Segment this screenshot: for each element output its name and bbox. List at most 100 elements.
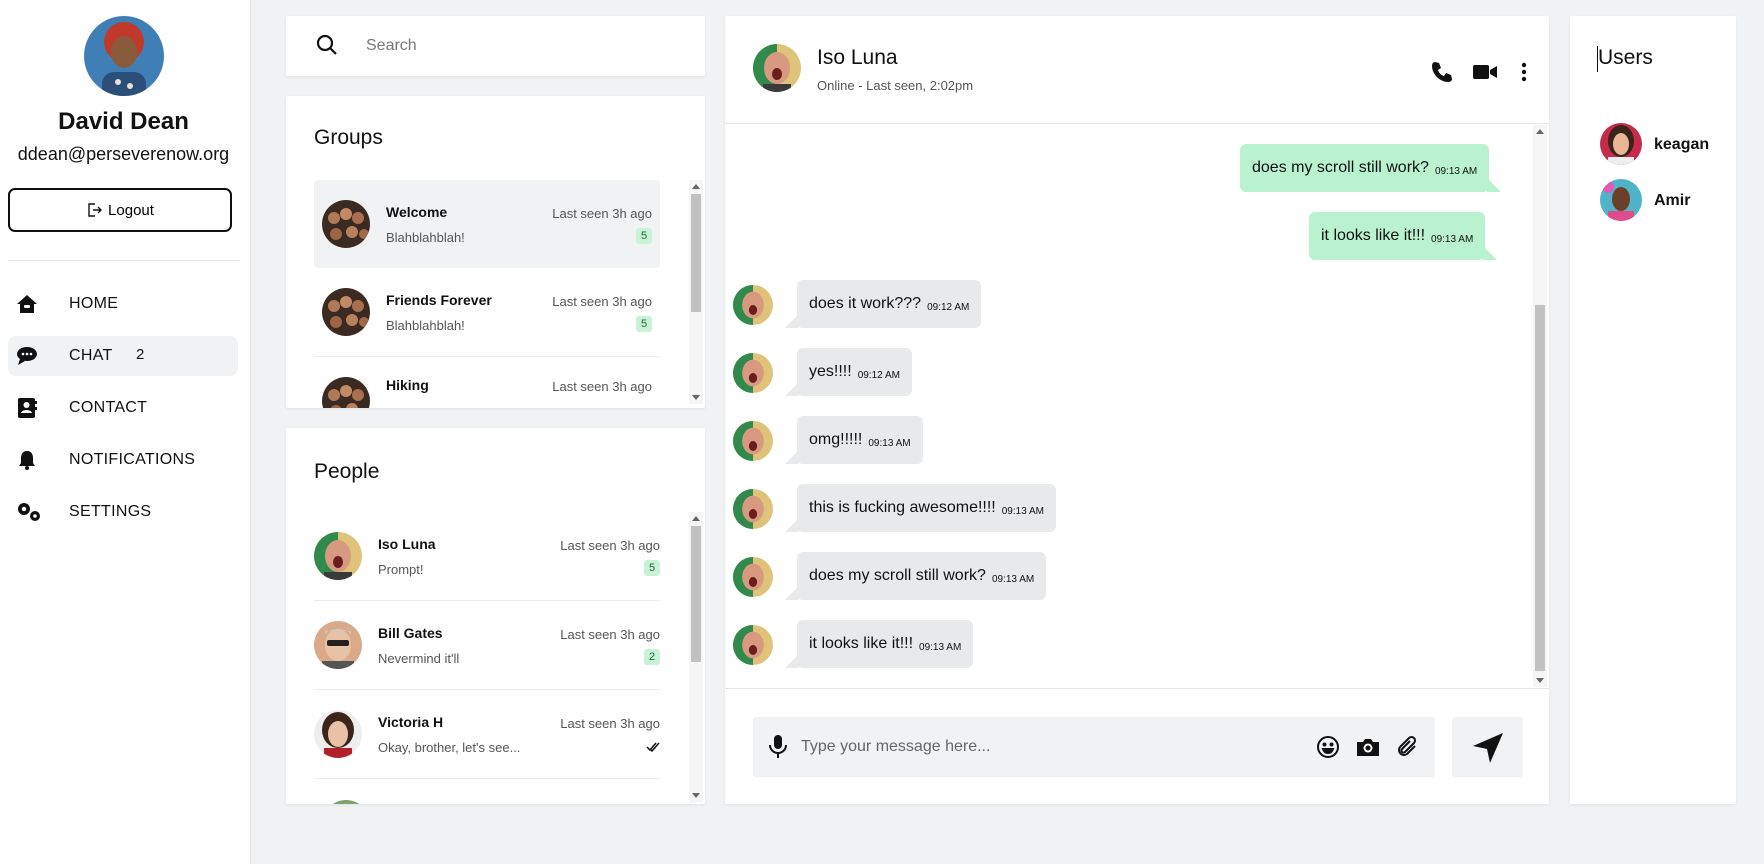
message-composer xyxy=(753,717,1435,777)
person-last-seen: Last seen 3h ago xyxy=(560,716,660,731)
person-avatar xyxy=(314,621,362,669)
read-check-icon xyxy=(646,740,660,754)
people-scrollbar[interactable] xyxy=(689,512,703,802)
more-options-icon[interactable] xyxy=(1512,60,1536,84)
phone-icon[interactable] xyxy=(1430,60,1454,84)
group-last-seen: Last seen 3h ago xyxy=(552,206,652,221)
message-text: omg!!!!! xyxy=(809,431,863,448)
nav-item-chat[interactable]: CHAT 2 xyxy=(8,336,238,376)
message-time: 09:12 AM xyxy=(857,369,900,381)
person-row-iso-luna[interactable]: Iso Luna Prompt! Last seen 3h ago 5 xyxy=(314,512,660,600)
nav-item-home[interactable]: HOME xyxy=(8,284,238,324)
message-text: this is fucking awesome!!!! xyxy=(809,499,996,516)
group-avatar xyxy=(322,288,370,336)
message-time: 09:13 AM xyxy=(919,641,962,653)
people-title: People xyxy=(314,460,380,483)
nav-label-home: HOME xyxy=(69,295,119,312)
person-last-seen: Last seen 3h ago xyxy=(560,538,660,553)
message-incoming: does it work??? 09:12 AM xyxy=(784,280,982,328)
scroll-thumb[interactable] xyxy=(691,194,701,312)
scroll-down-arrow-icon[interactable] xyxy=(692,793,700,798)
camera-icon[interactable] xyxy=(1355,735,1379,759)
row-divider xyxy=(314,778,660,779)
unread-badge: 5 xyxy=(644,560,660,576)
video-camera-icon[interactable] xyxy=(1472,60,1497,84)
chat-contact-name: Iso Luna xyxy=(817,46,898,69)
contact-book-icon xyxy=(16,397,38,419)
profile-name: David Dean xyxy=(58,108,189,135)
scroll-up-arrow-icon[interactable] xyxy=(692,516,700,521)
message-sender-avatar xyxy=(733,421,773,461)
unread-badge: 5 xyxy=(636,228,652,244)
emoji-icon[interactable] xyxy=(1316,735,1340,759)
message-list[interactable]: does my scroll still work? 09:13 AM it l… xyxy=(725,125,1549,687)
user-avatar xyxy=(1600,179,1642,221)
users-title: Users xyxy=(1598,46,1653,69)
chat-composer-bar xyxy=(725,688,1549,804)
group-avatar xyxy=(322,200,370,248)
logout-icon xyxy=(86,202,103,218)
send-arrow-icon xyxy=(1471,731,1505,765)
group-row-welcome[interactable]: Welcome Blahblahblah! Last seen 3h ago 5 xyxy=(314,180,660,268)
microphone-icon[interactable] xyxy=(767,734,789,760)
scroll-down-arrow-icon[interactable] xyxy=(692,395,700,400)
sidebar-divider xyxy=(8,260,240,261)
groups-title: Groups xyxy=(314,126,383,149)
messages-scrollbar[interactable] xyxy=(1533,125,1547,687)
person-avatar xyxy=(314,532,362,580)
message-time: 09:13 AM xyxy=(868,437,911,449)
message-incoming: does my scroll still work? 09:13 AM xyxy=(784,552,1047,600)
message-input[interactable] xyxy=(801,733,1301,761)
person-preview: Nevermind it'll xyxy=(378,651,460,666)
scroll-up-arrow-icon[interactable] xyxy=(692,184,700,189)
nav-label-contact: CONTACT xyxy=(69,399,148,416)
home-icon xyxy=(16,293,38,315)
user-item-keagan[interactable]: keagan xyxy=(1600,123,1730,167)
person-preview: Okay, brother, let's see... xyxy=(378,740,521,755)
chat-count-badge: 2 xyxy=(136,346,145,363)
scroll-up-arrow-icon[interactable] xyxy=(1536,129,1544,134)
nav-item-notifications[interactable]: NOTIFICATIONS xyxy=(8,440,238,480)
scroll-down-arrow-icon[interactable] xyxy=(1536,678,1544,683)
paperclip-icon[interactable] xyxy=(1395,735,1419,759)
message-incoming: omg!!!!! 09:13 AM xyxy=(785,416,923,464)
send-button[interactable] xyxy=(1452,717,1523,777)
group-name: Friends Forever xyxy=(386,292,492,308)
person-row-bill-gates[interactable]: Bill Gates Nevermind it'll Last seen 3h … xyxy=(314,601,660,689)
group-name: Welcome xyxy=(386,204,448,220)
message-time: 09:12 AM xyxy=(927,301,970,313)
groups-scrollbar[interactable] xyxy=(689,180,703,404)
user-avatar xyxy=(1600,123,1642,165)
person-avatar xyxy=(314,710,362,758)
nav-item-contact[interactable]: CONTACT xyxy=(8,388,238,428)
group-row-hiking[interactable]: Hiking Last seen 3h ago xyxy=(314,357,660,408)
profile-avatar xyxy=(84,16,164,96)
message-text: it looks like it!!! xyxy=(809,635,914,652)
profile-email: ddean@perseverenow.org xyxy=(17,144,230,164)
group-last-seen: Last seen 3h ago xyxy=(552,294,652,309)
chat-panel: Iso Luna Online - Last seen, 2:02pm does… xyxy=(725,16,1549,804)
group-row-friends-forever[interactable]: Friends Forever Blahblahblah! Last seen … xyxy=(314,268,660,356)
chat-header: Iso Luna Online - Last seen, 2:02pm xyxy=(725,16,1549,124)
search-card xyxy=(286,16,705,76)
group-preview: Blahblahblah! xyxy=(386,230,465,245)
search-input[interactable] xyxy=(366,32,686,60)
chat-contact-avatar xyxy=(753,44,801,92)
search-icon xyxy=(316,34,338,56)
message-sender-avatar xyxy=(733,489,773,529)
nav-label-chat: CHAT xyxy=(69,347,113,364)
message-time: 09:13 AM xyxy=(991,573,1035,585)
user-item-amir[interactable]: Amir xyxy=(1600,179,1730,223)
message-sender-avatar xyxy=(733,625,773,665)
chat-icon xyxy=(16,345,38,367)
person-preview: Prompt! xyxy=(378,562,424,577)
logout-button[interactable]: Logout xyxy=(8,188,232,232)
message-sender-avatar xyxy=(733,285,773,325)
person-name: Bill Gates xyxy=(378,625,443,641)
nav-label-notifications: NOTIFICATIONS xyxy=(69,451,196,468)
scroll-thumb[interactable] xyxy=(691,526,701,662)
person-row-victoria-h[interactable]: Victoria H Okay, brother, let's see... L… xyxy=(314,690,660,778)
nav-item-settings[interactable]: SETTINGS xyxy=(8,492,238,532)
message-time: 09:13 AM xyxy=(1434,165,1478,177)
scroll-thumb[interactable] xyxy=(1535,305,1545,671)
